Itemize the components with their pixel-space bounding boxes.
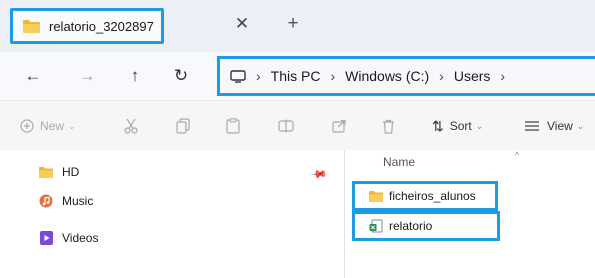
copy-button[interactable] — [176, 116, 190, 136]
sort-label: Sort — [449, 119, 472, 133]
nav-item-label: HD — [62, 165, 80, 179]
column-header-name[interactable]: Name — [383, 155, 415, 169]
close-tab-button[interactable]: ✕ — [232, 14, 252, 34]
breadcrumb-this-pc[interactable]: This PC — [271, 68, 321, 84]
folder-icon — [369, 190, 383, 202]
breadcrumb-windows-c[interactable]: Windows (C:) — [345, 68, 429, 84]
refresh-button[interactable]: ↻ — [170, 66, 192, 86]
file-item-ficheiros-alunos[interactable]: ficheiros_alunos — [352, 181, 498, 211]
view-icon — [525, 121, 539, 131]
breadcrumb-separator: › — [439, 68, 444, 84]
chevron-down-icon: ⌄ — [475, 120, 484, 131]
share-button[interactable] — [332, 116, 347, 136]
sort-ascending-icon: ^ — [515, 150, 520, 160]
view-button[interactable]: View ⌄ — [524, 116, 584, 136]
sort-button[interactable]: ⇅ Sort ⌄ — [432, 116, 483, 136]
new-tab-button[interactable]: + — [283, 14, 303, 34]
command-bar — [0, 100, 595, 151]
folder-icon — [23, 19, 40, 33]
scissors-icon — [124, 118, 138, 134]
tab-relatorio[interactable]: relatorio_3202897 — [10, 8, 164, 44]
video-icon — [39, 231, 53, 245]
clipboard-icon — [226, 118, 240, 134]
file-name: ficheiros_alunos — [389, 189, 476, 203]
chevron-down-icon: ⌄ — [68, 120, 76, 131]
plus-circle-icon — [20, 119, 34, 133]
view-label: View — [547, 119, 573, 133]
forward-button[interactable]: → — [76, 66, 98, 86]
paste-button[interactable] — [226, 116, 240, 136]
new-label: New — [40, 119, 65, 133]
back-button[interactable]: ← — [22, 66, 44, 86]
sort-icon: ⇅ — [432, 117, 444, 134]
chevron-down-icon: ⌄ — [576, 120, 585, 131]
tab-title: relatorio_3202897 — [49, 18, 154, 34]
delete-button[interactable] — [382, 116, 395, 136]
rename-button[interactable] — [278, 116, 294, 136]
file-icon — [369, 219, 383, 233]
nav-item-hd[interactable]: HD — [38, 163, 79, 181]
breadcrumb-separator: › — [330, 68, 336, 84]
breadcrumb-separator: › — [256, 68, 261, 84]
nav-item-music[interactable]: Music — [38, 192, 93, 210]
file-name: relatorio — [389, 219, 433, 233]
breadcrumb-separator: › — [500, 68, 506, 84]
share-icon — [332, 119, 346, 133]
breadcrumb-users[interactable]: Users — [454, 68, 491, 84]
rename-icon — [278, 119, 294, 133]
up-button[interactable]: ↑ — [124, 66, 146, 86]
trash-icon — [383, 119, 394, 134]
nav-item-label: Videos — [62, 231, 99, 245]
address-bar[interactable]: › This PC › Windows (C:) › Users › — [217, 56, 595, 96]
music-icon — [39, 194, 53, 208]
new-button[interactable]: New ⌄ — [20, 116, 76, 136]
folder-icon — [39, 166, 53, 178]
file-item-relatorio[interactable]: relatorio — [352, 211, 500, 241]
monitor-icon — [230, 69, 246, 83]
nav-item-videos[interactable]: Videos — [38, 229, 98, 247]
nav-item-label: Music — [62, 194, 94, 208]
cut-button[interactable] — [124, 116, 138, 136]
copy-icon — [176, 118, 190, 134]
